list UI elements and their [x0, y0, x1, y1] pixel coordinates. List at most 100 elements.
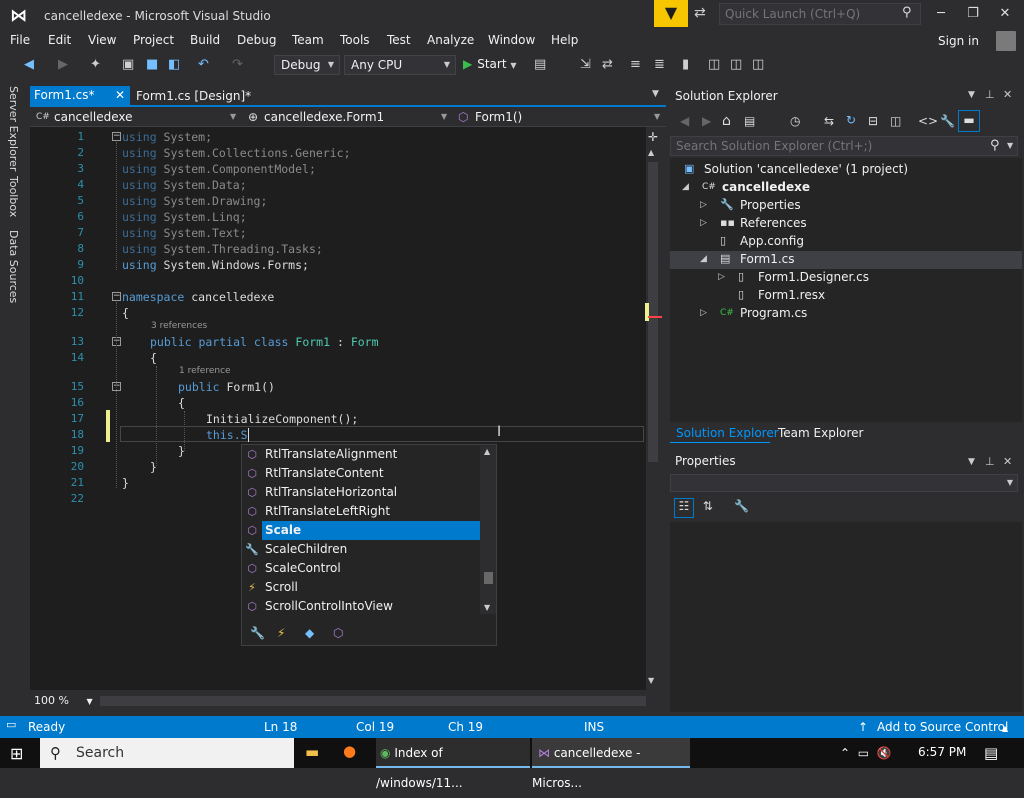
split-icon[interactable]: ✛ — [648, 130, 658, 144]
tab-form1-cs[interactable]: Form1.cs* ✕ — [30, 86, 130, 106]
back-icon[interactable]: ◀ — [680, 114, 689, 128]
restore-button[interactable]: ❐ — [958, 4, 988, 24]
tree-item-form1-designer[interactable]: ▷ ▯ Form1.Designer.cs — [718, 268, 869, 286]
tab-team-explorer[interactable]: Team Explorer — [778, 426, 864, 440]
intellisense-item[interactable]: ⬡ ScrollControlIntoView — [242, 597, 480, 616]
alphabetical-icon[interactable]: ⇅ — [698, 499, 718, 513]
menu-window[interactable]: Window — [488, 33, 535, 47]
scroll-down-icon[interactable]: ▼ — [484, 603, 490, 612]
step-into-icon[interactable]: ⇲ — [580, 57, 591, 72]
switch-views-icon[interactable]: ▤ — [744, 114, 755, 128]
intellisense-scrollbar[interactable] — [480, 446, 496, 614]
tree-item-properties[interactable]: ▷ 🔧 Properties — [700, 196, 801, 214]
new-project-icon[interactable]: ✦ — [90, 57, 101, 72]
project-dropdown[interactable]: cancelledexe — [54, 110, 133, 124]
intellisense-item[interactable]: ⬡ RtlTranslateHorizontal — [242, 483, 480, 502]
collapsed-icon[interactable]: ▷ — [718, 268, 725, 286]
scroll-up-icon[interactable]: ▲ — [648, 148, 654, 157]
tab-form1-design[interactable]: Form1.cs [Design]* — [136, 89, 251, 103]
taskbar-clock[interactable]: 6:57 PM — [918, 745, 966, 759]
pending-changes-icon[interactable]: ◷ — [790, 114, 800, 128]
codelens-references[interactable]: 3 references — [151, 321, 207, 331]
home-icon[interactable]: ⌂ — [722, 113, 731, 129]
filter-properties-icon[interactable]: 🔧 — [250, 626, 265, 640]
properties-object-dropdown[interactable]: ▼ — [670, 474, 1018, 492]
system-tray[interactable]: ⌃ ▭ 🔇 — [840, 746, 892, 760]
collapse-icon[interactable]: − — [112, 292, 121, 301]
forward-icon[interactable]: ▶ — [702, 114, 711, 128]
server-explorer-tab[interactable]: Server Explorer — [7, 86, 20, 171]
feedback-filter-icon[interactable]: ▼ — [654, 0, 688, 27]
add-to-source-control[interactable]: Add to Source Control — [877, 720, 1008, 734]
save-icon[interactable]: ■ — [146, 57, 158, 72]
intellisense-item-selected[interactable]: ⬡ Scale — [242, 521, 480, 540]
intellisense-item[interactable]: ⬡ ScaleControl — [242, 559, 480, 578]
firefox-icon[interactable]: ● — [343, 742, 356, 760]
tree-item-form1-resx[interactable]: ▯ Form1.resx — [718, 286, 825, 304]
tree-item-references[interactable]: ▷ ▪▪ References — [700, 214, 807, 232]
intellisense-item[interactable]: ⬡ RtlTranslateContent — [242, 464, 480, 483]
menu-view[interactable]: View — [88, 33, 116, 47]
collapse-all-icon[interactable]: ⊟ — [868, 114, 878, 128]
menu-build[interactable]: Build — [190, 33, 220, 47]
codelens-references[interactable]: 1 reference — [179, 366, 231, 376]
solution-search-input[interactable] — [671, 137, 971, 155]
intellisense-item[interactable]: ⚡ Scroll — [242, 578, 480, 597]
close-button[interactable]: ✕ — [990, 4, 1020, 24]
collapsed-icon[interactable]: ▷ — [700, 214, 707, 232]
file-explorer-icon[interactable]: ▬ — [305, 743, 319, 761]
view-code-icon[interactable]: <> — [918, 114, 938, 128]
intellisense-item[interactable]: 🔧 ScaleChildren — [242, 540, 480, 559]
filter-methods-icon[interactable]: ⬡ — [333, 626, 343, 640]
show-all-files-icon[interactable]: ◫ — [890, 114, 901, 128]
tree-item-form1-cs[interactable]: ◢ ▤ Form1.cs — [700, 250, 795, 268]
intellisense-scroll-thumb[interactable] — [484, 572, 493, 584]
collapse-icon[interactable]: − — [112, 132, 121, 141]
scroll-down-icon[interactable]: ▼ — [648, 676, 654, 685]
taskbar-vs-window[interactable]: ⋈ cancelledexe - Micros... — [532, 738, 690, 790]
menu-help[interactable]: Help — [551, 33, 578, 47]
filter-events-icon[interactable]: ⚡ — [277, 626, 285, 640]
tab-solution-explorer[interactable]: Solution Explorer — [676, 426, 779, 440]
member-dropdown[interactable]: Form1() — [475, 110, 522, 124]
sign-in-link[interactable]: Sign in — [938, 34, 979, 48]
close-icon[interactable]: ✕ — [1003, 88, 1012, 101]
chevron-down-icon[interactable]: ▼ — [968, 457, 975, 467]
avatar[interactable] — [996, 31, 1016, 51]
back-icon[interactable]: ◀ — [24, 57, 34, 72]
start-button[interactable]: ▶ Start ▼ — [463, 57, 517, 71]
intellisense-item[interactable]: ⬡ RtlTranslateAlignment — [242, 445, 480, 464]
menu-debug[interactable]: Debug — [237, 33, 276, 47]
tree-item-app-config[interactable]: ▯ App.config — [700, 232, 804, 250]
tab-overflow-icon[interactable]: ▼ — [652, 89, 659, 99]
menu-analyze[interactable]: Analyze — [427, 33, 474, 47]
search-icon[interactable]: ⚲ — [990, 138, 1000, 153]
undo-icon[interactable]: ↶ — [198, 57, 209, 72]
close-icon[interactable]: ✕ — [115, 86, 125, 105]
solution-config-dropdown[interactable]: Debug ▼ — [274, 55, 340, 75]
share-icon[interactable]: ⇄ — [694, 5, 706, 21]
menu-edit[interactable]: Edit — [48, 33, 71, 47]
scroll-thumb[interactable] — [648, 162, 658, 462]
refresh-icon[interactable]: ↻ — [846, 113, 856, 127]
browse-icon[interactable]: ▤ — [534, 57, 546, 72]
collapsed-icon[interactable]: ▷ — [700, 196, 707, 214]
quick-launch-box[interactable] — [719, 3, 921, 25]
bookmark-icon[interactable]: ▮ — [682, 57, 689, 72]
expanded-icon[interactable]: ◢ — [700, 250, 707, 268]
quick-launch-input[interactable] — [720, 4, 890, 24]
pin-icon[interactable]: ⊥ — [985, 88, 995, 101]
clear-bookmarks-icon[interactable]: ◫ — [752, 57, 764, 72]
property-pages-icon[interactable]: 🔧 — [732, 499, 752, 513]
taskbar-chrome-window[interactable]: ◉ Index of /windows/11... — [376, 738, 530, 790]
minimize-button[interactable]: ─ — [926, 4, 956, 24]
expanded-icon[interactable]: ◢ — [682, 178, 689, 196]
prev-bookmark-icon[interactable]: ◫ — [708, 57, 720, 72]
menu-project[interactable]: Project — [133, 33, 174, 47]
uncomment-icon[interactable]: ≣ — [654, 57, 665, 72]
scroll-up-icon[interactable]: ▲ — [484, 447, 490, 456]
pin-icon[interactable]: ⊥ — [985, 455, 995, 468]
editor-horizontal-scrollbar[interactable] — [100, 696, 646, 706]
network-icon[interactable]: ▭ — [858, 746, 869, 760]
zoom-level[interactable]: 100 % ▼ — [34, 694, 93, 707]
